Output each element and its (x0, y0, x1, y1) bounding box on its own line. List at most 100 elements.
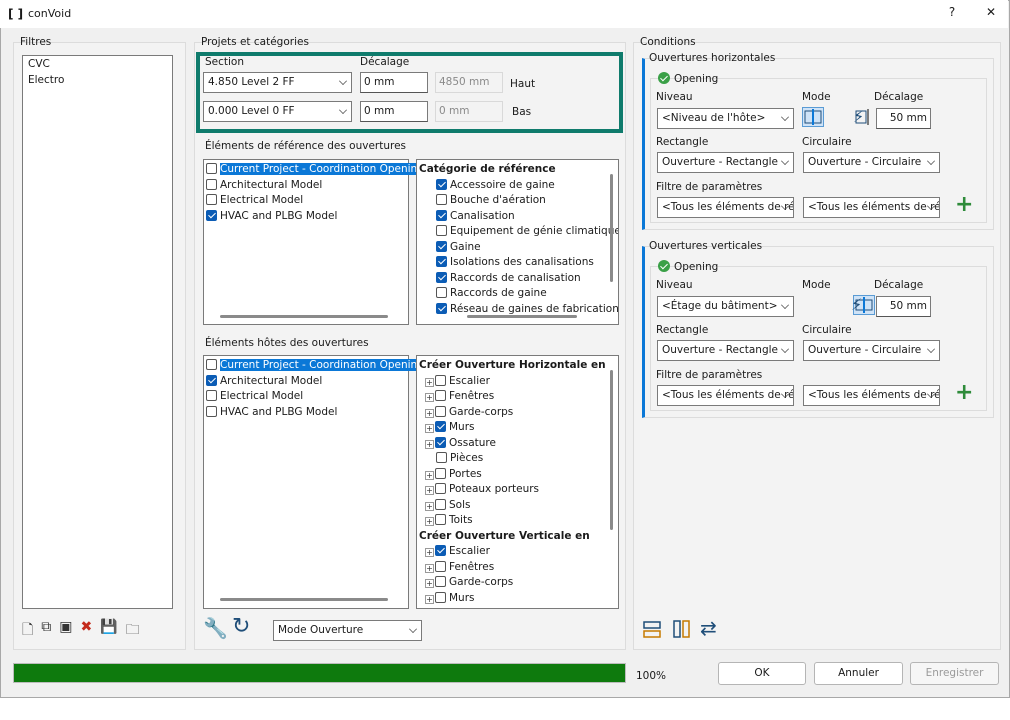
checkbox[interactable] (206, 194, 217, 205)
expand-icon[interactable]: + (425, 594, 434, 604)
circulaire-combo[interactable]: Ouverture - Circulaire (803, 340, 940, 361)
checkbox[interactable] (435, 545, 446, 556)
add-filter-icon[interactable]: + (955, 194, 973, 216)
checkbox[interactable] (435, 390, 446, 401)
filtre-combo-1[interactable]: <Tous les éléments de réf (657, 385, 794, 406)
host-model-row[interactable]: Electrical Model (206, 389, 406, 405)
category-row[interactable]: Isolations des canalisations (419, 255, 616, 271)
checkbox[interactable] (206, 163, 217, 174)
expand-icon[interactable]: + (425, 563, 434, 573)
rectangle-combo[interactable]: Ouverture - Rectangle (657, 152, 794, 173)
expand-icon[interactable]: + (425, 377, 434, 387)
filtre-combo-2[interactable]: <Tous les éléments de réf (803, 197, 940, 218)
tree-row[interactable]: + Garde-corps (419, 575, 616, 591)
lightning-icon[interactable]: ⚡ (851, 295, 862, 314)
checkbox[interactable] (435, 560, 446, 572)
host-model-row[interactable]: Architectural Model (206, 374, 406, 390)
tree-row[interactable]: + Escalier (419, 544, 616, 560)
v-scrollbar[interactable] (610, 370, 613, 530)
checkbox[interactable] (436, 287, 447, 298)
section-top-combo[interactable]: 4.850 Level 2 FF (203, 72, 352, 93)
checkbox[interactable] (436, 271, 447, 283)
host-models-list[interactable]: Current Project - Coordination Openings … (203, 355, 430, 609)
filtre-item[interactable]: Electro (23, 73, 172, 89)
expand-icon[interactable]: + (425, 579, 434, 588)
h-scrollbar[interactable] (467, 315, 577, 318)
ref-categories-list[interactable]: Catégorie de référence Accessoire de gai… (416, 159, 619, 325)
category-row[interactable]: Bouche d'aération (419, 193, 616, 209)
save-button[interactable]: Enregistrer (910, 662, 999, 685)
host-categories-tree[interactable]: Créer Ouverture Horizontale en + Escalier… (416, 355, 619, 609)
expand-icon[interactable]: + (425, 408, 434, 418)
niveau-combo[interactable]: <Niveau de l'hôte> (657, 108, 794, 129)
folder-icon[interactable]: 🗀 (126, 619, 140, 639)
checkbox[interactable] (436, 194, 447, 205)
tree-row[interactable]: + Escalier (419, 374, 616, 390)
ref-models-list[interactable]: Current Project - Coordination Openings … (203, 159, 430, 325)
tree-row[interactable]: + Ossature (419, 436, 616, 452)
delete-filter-icon[interactable]: ✖ (81, 619, 93, 639)
expand-icon[interactable]: + (425, 424, 434, 433)
tree-row[interactable]: + Murs (419, 591, 616, 607)
tree-row[interactable]: + Poteaux porteurs (419, 482, 616, 498)
expand-icon[interactable]: + (425, 501, 434, 511)
filtre-combo-2[interactable]: <Tous les éléments de réf (803, 385, 940, 406)
tree-row[interactable]: + Fenêtres (419, 389, 616, 405)
decalage-input[interactable]: 50 mm (876, 108, 931, 129)
ref-model-row[interactable]: Architectural Model (206, 178, 406, 194)
help-button[interactable]: ? (942, 5, 962, 23)
niveau-combo[interactable]: <Étage du bâtiment> (657, 296, 794, 317)
rename-filter-icon[interactable]: ▣ (59, 619, 72, 639)
checkbox[interactable] (435, 576, 446, 587)
checkbox[interactable] (436, 240, 447, 252)
section-bottom-combo[interactable]: 0.000 Level 0 FF (203, 101, 352, 122)
category-row[interactable]: Gaine (419, 240, 616, 256)
expand-icon[interactable]: + (425, 393, 434, 402)
offset-bottom-input[interactable]: 0 mm (360, 101, 428, 122)
h-scrollbar[interactable] (220, 598, 388, 601)
swap-icon[interactable]: ⇄ (700, 616, 717, 640)
lightning-icon[interactable]: ⚡ (853, 107, 864, 126)
tree-row[interactable]: + Garde-corps (419, 405, 616, 421)
tree-row[interactable]: + Murs (419, 420, 616, 436)
checkbox[interactable] (206, 178, 217, 190)
add-filter-icon[interactable]: + (955, 382, 973, 404)
h-scrollbar[interactable] (220, 315, 388, 318)
checkbox[interactable] (436, 256, 447, 267)
category-row[interactable]: Canalisation (419, 209, 616, 225)
checkbox[interactable] (435, 514, 446, 525)
checkbox[interactable] (206, 374, 217, 386)
checkbox[interactable] (435, 436, 446, 448)
expand-icon[interactable]: + (425, 517, 434, 526)
expand-icon[interactable]: + (425, 439, 434, 449)
checkbox[interactable] (435, 405, 446, 417)
checkbox[interactable] (206, 390, 217, 401)
host-model-row[interactable]: HVAC and PLBG Model (206, 405, 406, 421)
checkbox[interactable] (435, 467, 446, 479)
filtres-list[interactable]: CVC Electro (22, 55, 173, 609)
tree-row[interactable]: + Portes (419, 467, 616, 483)
category-row[interactable]: Raccords de gaine (419, 286, 616, 302)
wrench-icon[interactable]: 🔧 (203, 616, 228, 640)
filtre-combo-1[interactable]: <Tous les éléments de réf (657, 197, 794, 218)
close-button[interactable]: ✕ (981, 5, 1001, 23)
vertical-opening-tool-icon[interactable] (670, 618, 692, 643)
tree-row[interactable]: Pièces (419, 451, 616, 467)
checkbox[interactable] (436, 302, 447, 314)
copy-filter-icon[interactable]: ⧉ (41, 619, 51, 639)
ref-model-row[interactable]: Electrical Model (206, 193, 406, 209)
ok-button[interactable]: OK (718, 662, 806, 685)
category-row[interactable]: Accessoire de gaine (419, 178, 616, 194)
checkbox[interactable] (436, 452, 447, 463)
refresh-icon[interactable]: ↻ (232, 614, 250, 639)
filtre-item[interactable]: CVC (23, 57, 172, 73)
checkbox[interactable] (206, 405, 217, 417)
checkbox[interactable] (206, 209, 217, 221)
tree-row[interactable]: + Fenêtres (419, 560, 616, 576)
checkbox[interactable] (436, 178, 447, 190)
expand-icon[interactable]: + (425, 548, 434, 557)
rectangle-combo[interactable]: Ouverture - Rectangle (657, 340, 794, 361)
ref-model-row[interactable]: Current Project - Coordination Openings (206, 162, 430, 178)
tree-row[interactable]: + Sols (419, 498, 616, 514)
checkbox[interactable] (436, 209, 447, 221)
